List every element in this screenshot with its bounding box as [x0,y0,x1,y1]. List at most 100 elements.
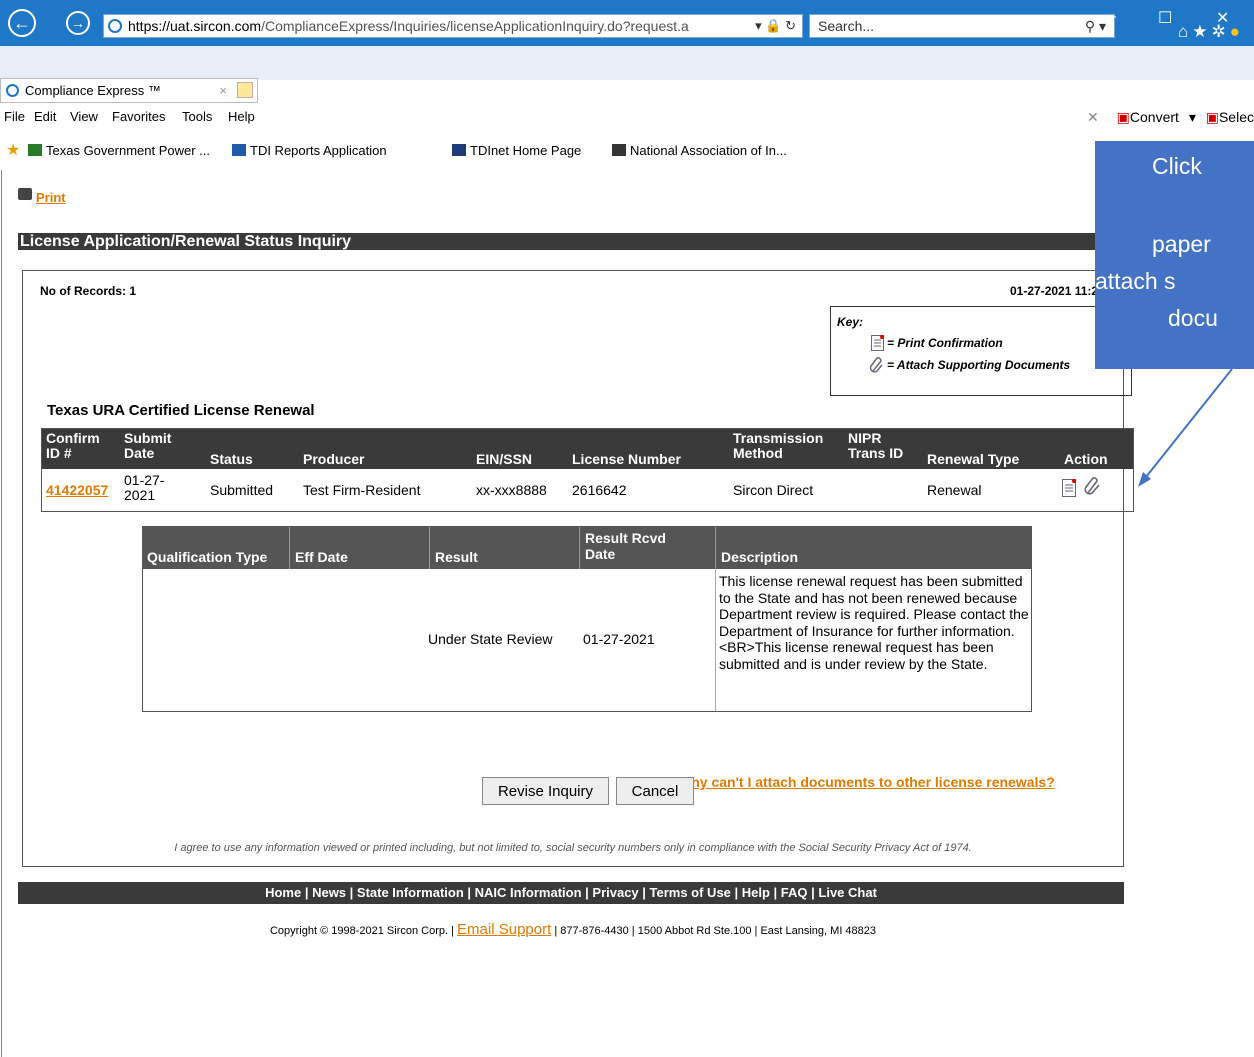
col-confirm-line1: Confirm [46,430,100,446]
privacy-agreement: I agree to use any information viewed or… [174,842,972,854]
license-cell: 2616642 [572,482,627,498]
col-nipr-line1: NIPR [848,430,882,446]
key-title: Key: [837,315,864,329]
print-confirmation-icon [871,335,884,354]
favorites-star-icon[interactable]: ★ [6,136,20,166]
header-separator [715,527,716,569]
col-description: Description [721,549,799,565]
records-count: No of Records: 1 [40,284,137,298]
address-tools[interactable]: ▾ 🔒 ↻ [755,15,796,37]
select-icon: ▣ [1205,109,1219,125]
favorite-label: Texas Government Power ... [46,143,211,158]
producer-cell: Test Firm-Resident [303,482,421,498]
table-row: 41422057 01-27- 2021 Submitted Test Firm-… [42,469,1133,511]
col-transmission: Transmission Method [733,431,823,461]
gear-icon[interactable]: ✲ [1211,22,1229,41]
page-title: License Application/Renewal Status Inqui… [18,233,1124,250]
header-separator [429,527,430,569]
transmission-cell: Sircon Direct [733,482,814,498]
why-cant-attach-link[interactable]: Why can't I attach documents to other li… [678,774,1055,790]
favorites-bar: ★ Texas Government Power ... TDI Reports… [0,136,1254,166]
convert-dropdown-icon[interactable]: ▾ [1189,109,1196,125]
tab-close-icon[interactable]: × [219,79,227,102]
favorite-label: TDInet Home Page [470,143,582,158]
email-support-link[interactable]: Email Support [457,921,551,938]
tab-compliance-express[interactable]: Compliance Express ™ × [0,78,258,103]
col-nipr-line2: Trans ID [848,445,904,461]
smiley-icon[interactable]: ● [1230,22,1244,41]
convert-button[interactable]: Convert [1130,109,1179,125]
menu-help[interactable]: Help [228,104,255,130]
col-transmission-line2: Method [733,445,783,461]
submit-date: 01-27- 2021 [124,473,164,503]
col-submit: Submit Date [124,431,171,461]
callout-line-2: paper [1152,231,1211,257]
result-cell: Under State Review [428,631,553,647]
dropdown-icon[interactable]: ▾ [755,18,762,33]
favicon-icon [28,144,42,156]
col-renewal-type: Renewal Type [927,451,1020,467]
print-link[interactable]: Print [18,188,66,205]
header-separator [289,527,290,569]
confirm-id-link[interactable]: 41422057 [46,483,108,498]
paperclip-icon[interactable] [1084,477,1102,500]
description-cell: This license renewal request has been su… [719,573,1029,672]
col-result-date: Result Rcvd Date [585,530,666,562]
col-result-date-line2: Date [585,546,616,562]
maximize-icon[interactable]: ☐ [1158,8,1172,28]
refresh-icon[interactable]: ↻ [785,18,796,33]
col-result: Result [435,549,478,565]
search-input[interactable]: Search... ⚲ ▾ [809,14,1115,38]
convert-toolbar: ✕ ▣Convert ▾ ▣Selec [1087,104,1254,130]
toolbar-close-icon[interactable]: ✕ [1087,109,1099,125]
col-qualification-type: Qualification Type [147,549,268,565]
lock-icon: 🔒 [765,18,782,33]
col-producer: Producer [303,451,365,467]
select-button[interactable]: Selec [1219,109,1254,125]
instruction-callout: Click paper attach s docu [1095,141,1254,369]
favorite-tdi-reports[interactable]: TDI Reports Application [232,136,387,166]
menu-file[interactable]: File [4,104,25,130]
tab-label: Compliance Express ™ [25,83,161,98]
copyright-pre: Copyright © 1998-2021 Sircon Corp. | [269,925,454,937]
address-bar[interactable]: https://uat.sircon.com/ComplianceExpress… [103,14,803,38]
pdf-icon: ▣ [1116,109,1130,125]
home-icon[interactable]: ⌂ [1178,22,1192,41]
col-action: Action [1064,451,1108,467]
col-confirm: Confirm ID # [46,431,100,461]
license-table: Confirm ID # Submit Date Status Producer E… [41,428,1134,512]
favicon-icon [232,144,246,156]
forward-arrow-icon[interactable]: → [66,11,90,35]
key-attach-documents: = Attach Supporting Documents [887,358,1071,372]
col-nipr: NIPR Trans ID [848,431,903,461]
submit-date-line1: 01-27- [124,472,165,488]
header-separator [579,527,580,569]
callout-line-3: attach s [1095,268,1176,294]
footer-links[interactable]: Home | News | State Information | NAIC I… [18,882,1124,904]
col-submit-line1: Submit [124,430,172,446]
url-path: /ComplianceExpress/Inquiries/licenseAppl… [261,18,689,34]
favorite-tdinet-home[interactable]: TDInet Home Page [452,136,581,166]
browser-titlebar: ← → https://uat.sircon.com/ComplianceExp… [0,0,1254,46]
menu-favorites[interactable]: Favorites [112,104,165,130]
favorite-texas-government[interactable]: Texas Government Power ... [28,136,210,166]
revise-inquiry-button[interactable]: Revise Inquiry [482,777,609,805]
cancel-button[interactable]: Cancel [616,777,694,805]
qualification-table-header: Qualification Type Eff Date Result Resul… [143,527,1031,569]
search-placeholder: Search... [818,18,875,34]
favorite-label: TDI Reports Application [250,143,387,158]
col-confirm-line2: ID # [46,445,72,461]
favorite-naic[interactable]: National Association of In... [612,136,787,166]
new-tab-button[interactable] [237,82,253,98]
back-arrow-icon[interactable]: ← [8,9,36,37]
tab-strip [0,46,1254,80]
result-date-cell: 01-27-2021 [583,631,655,647]
menu-tools[interactable]: Tools [182,104,212,130]
ie-icon [6,84,19,97]
menu-edit[interactable]: Edit [34,104,56,130]
menu-view[interactable]: View [70,104,98,130]
copyright-post: | 877-876-4430 | 1500 Abbot Rd Ste.100 |… [554,925,877,937]
star-icon[interactable]: ★ [1192,22,1211,41]
print-confirmation-icon[interactable] [1062,479,1076,500]
minimize-icon[interactable]: — [1100,8,1116,26]
